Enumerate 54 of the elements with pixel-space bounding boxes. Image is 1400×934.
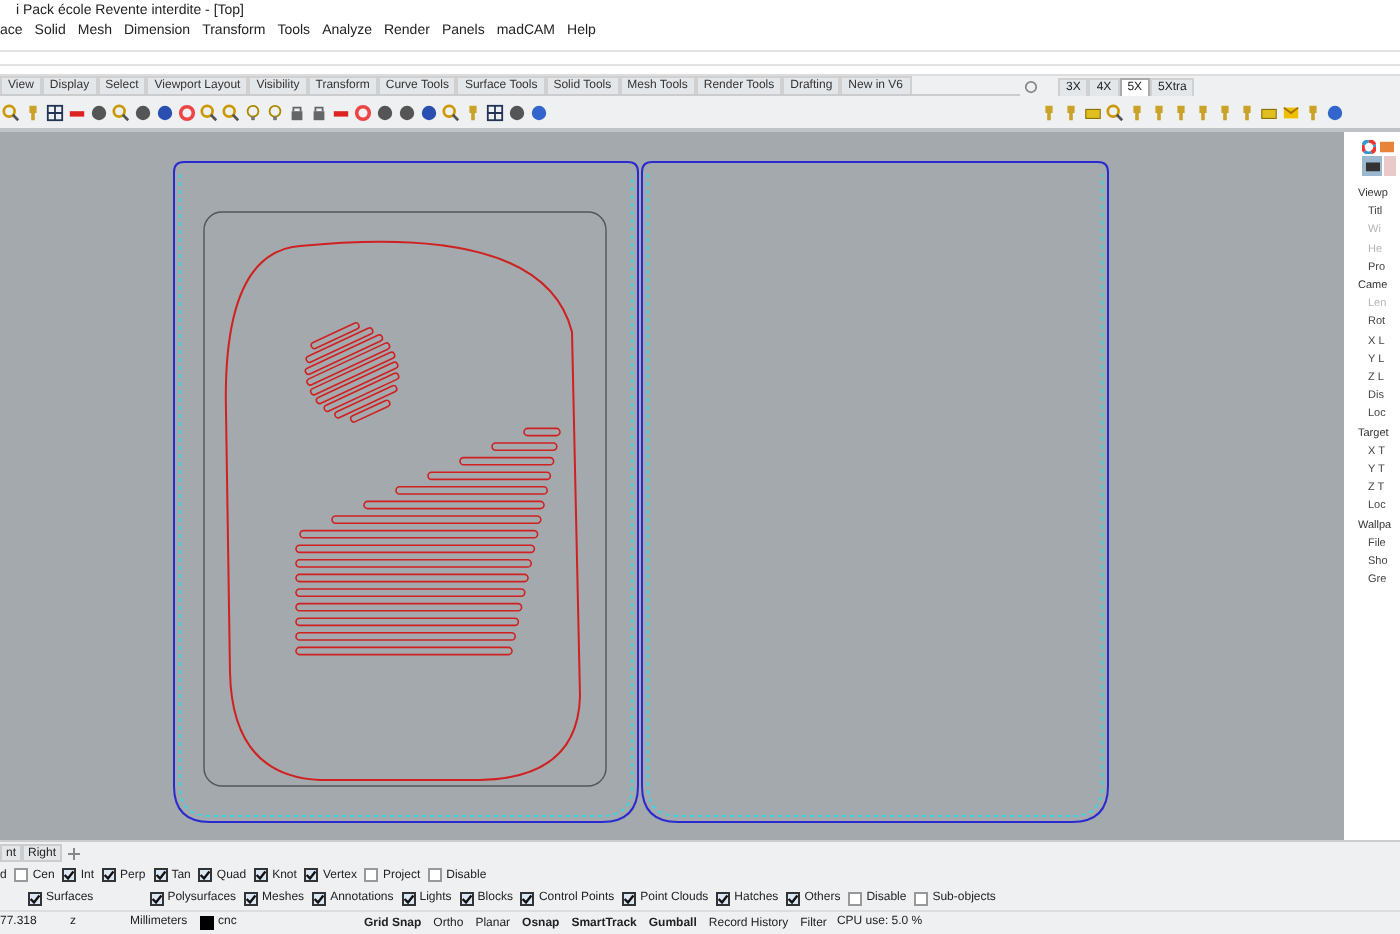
magnifier-icon[interactable]: [112, 103, 130, 121]
add-tab-icon[interactable]: [68, 847, 81, 859]
color-ring-icon[interactable]: [354, 103, 372, 121]
lock-icon[interactable]: [310, 103, 328, 121]
checkbox[interactable]: [428, 868, 443, 882]
sphere-icon[interactable]: [90, 103, 108, 121]
checkbox[interactable]: [153, 868, 168, 882]
checkbox[interactable]: [14, 868, 29, 882]
box-icon[interactable]: [1084, 103, 1102, 121]
hatch-circle[interactable]: [303, 321, 401, 424]
box-icon[interactable]: [1260, 103, 1278, 121]
layers-icon[interactable]: [1380, 140, 1394, 154]
checkbox[interactable]: [62, 868, 77, 882]
camera-icon: [1365, 160, 1379, 172]
checkbox[interactable]: [198, 868, 213, 882]
magnifier-icon[interactable]: [1106, 103, 1124, 121]
checkbox[interactable]: [459, 891, 474, 905]
lightbulb-icon[interactable]: [266, 103, 284, 121]
grid-icon[interactable]: [486, 103, 504, 121]
checkbox[interactable]: [244, 891, 259, 905]
checkbox[interactable]: [786, 891, 801, 905]
checkbox[interactable]: [102, 868, 117, 882]
inner-frame[interactable]: [203, 211, 607, 787]
checkbox[interactable]: [716, 891, 731, 905]
magnifier-icon[interactable]: [2, 103, 20, 121]
checkbox[interactable]: [848, 891, 863, 905]
checkbox[interactable]: [254, 868, 269, 882]
checkbox[interactable]: [304, 868, 319, 882]
checkbox[interactable]: [520, 891, 535, 905]
gear-icon[interactable]: [1024, 80, 1038, 94]
checkbox[interactable]: [364, 868, 379, 882]
help-icon[interactable]: [1326, 103, 1344, 121]
lock-icon[interactable]: [288, 103, 306, 121]
pocket-outline[interactable]: [224, 240, 581, 781]
checkbox[interactable]: [312, 891, 327, 905]
color-wheel-icon[interactable]: [1362, 140, 1376, 154]
sphere-icon[interactable]: [508, 103, 526, 121]
checkbox[interactable]: [401, 891, 416, 905]
camera-tab[interactable]: [1362, 156, 1382, 176]
checkbox[interactable]: [28, 891, 42, 905]
envelope-icon[interactable]: [1282, 103, 1300, 121]
magnifier-icon[interactable]: [442, 103, 460, 121]
layer-color-swatch: [200, 916, 214, 930]
help-icon[interactable]: [530, 103, 548, 121]
checkbox[interactable]: [149, 891, 164, 905]
viewport[interactable]: [0, 132, 1344, 840]
lightbulb-icon[interactable]: [244, 103, 262, 121]
grid-icon[interactable]: [46, 103, 64, 121]
checkbox[interactable]: [914, 891, 929, 905]
magnifier-icon[interactable]: [200, 103, 218, 121]
hatch-shape[interactable]: [295, 427, 561, 656]
checkbox[interactable]: [622, 891, 637, 905]
color-ring-icon[interactable]: [178, 103, 196, 121]
magnifier-icon[interactable]: [222, 103, 240, 121]
